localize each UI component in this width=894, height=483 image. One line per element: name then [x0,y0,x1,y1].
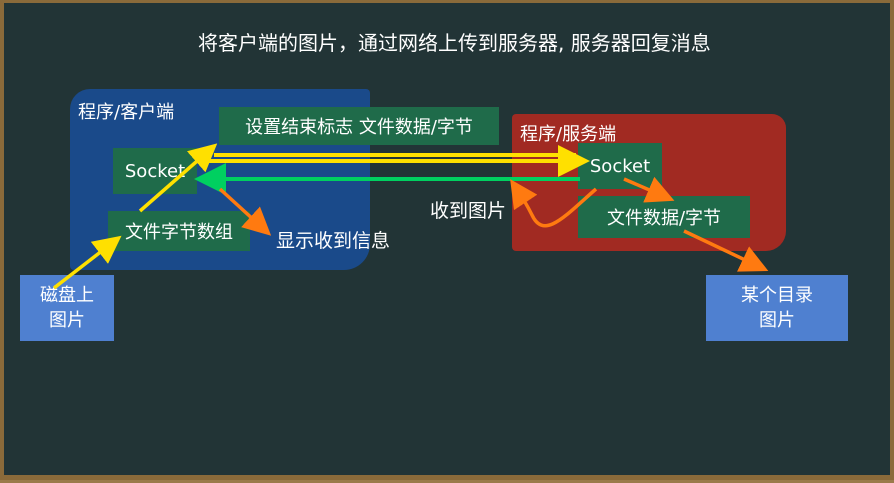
end-flag-file-data-box: 设置结束标志 文件数据/字节 [219,107,499,145]
client-label: 程序/客户端 [78,102,175,123]
diagram-title: 将客户端的图片，通过网络上传到服务器, 服务器回复消息 [198,31,711,55]
server-file-data-box: 文件数据/字节 [578,196,750,238]
disk-image-box: 磁盘上 图片 [20,275,114,341]
directory-image-line1: 某个目录 [741,285,813,306]
client-socket-box: Socket [113,148,197,194]
chalkboard: 将客户端的图片，通过网络上传到服务器, 服务器回复消息 程序/客户端 程序/服务… [0,0,894,480]
show-received-info-label: 显示收到信息 [276,230,391,252]
received-image-label: 收到图片 [430,200,507,222]
directory-image-box: 某个目录 图片 [706,275,848,341]
disk-image-line1: 磁盘上 [40,285,94,306]
client-byte-array-box: 文件字节数组 [108,211,250,251]
server-socket-box: Socket [578,143,662,189]
directory-image-line2: 图片 [759,310,795,331]
disk-image-line2: 图片 [49,310,85,331]
